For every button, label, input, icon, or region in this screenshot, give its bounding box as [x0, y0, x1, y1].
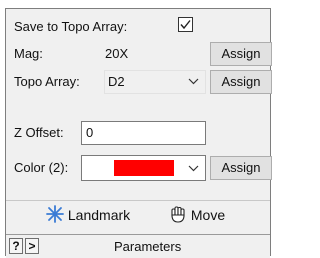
- chevron-down-icon: [188, 165, 199, 172]
- color-picker-dropdown[interactable]: [81, 155, 206, 181]
- topo-array-assign-button[interactable]: Assign: [210, 70, 272, 94]
- save-to-topo-checkbox[interactable]: [178, 17, 193, 32]
- parameters-footer: ? > Parameters: [6, 234, 270, 258]
- chevron-down-icon: [188, 78, 199, 85]
- mag-value: 20X: [105, 46, 129, 61]
- topo-settings-panel: Save to Topo Array: Mag: 20X Assign Topo…: [5, 8, 272, 258]
- move-button[interactable]: Move: [169, 205, 225, 229]
- mag-row: Mag: 20X Assign: [6, 42, 272, 66]
- help-button[interactable]: ?: [9, 238, 23, 254]
- color-row: Color (2): Assign: [6, 155, 272, 181]
- mag-assign-button[interactable]: Assign: [210, 42, 272, 66]
- z-offset-input[interactable]: 0: [81, 121, 206, 145]
- color-swatch: [114, 160, 174, 176]
- mag-label: Mag:: [14, 46, 43, 61]
- topo-array-selected: D2: [108, 74, 125, 89]
- color-label: Color (2):: [14, 160, 69, 175]
- topo-array-dropdown[interactable]: D2: [104, 70, 206, 94]
- topo-array-row: Topo Array: D2 Assign: [6, 70, 272, 94]
- save-to-topo-row: Save to Topo Array:: [6, 15, 272, 39]
- z-offset-label: Z Offset:: [14, 125, 64, 140]
- topo-array-label: Topo Array:: [14, 74, 80, 89]
- save-to-topo-label: Save to Topo Array:: [14, 19, 128, 34]
- z-offset-row: Z Offset: 0: [6, 121, 272, 145]
- z-offset-value: 0: [86, 125, 94, 140]
- checkmark-icon: [180, 20, 191, 30]
- divider: [6, 200, 270, 201]
- landmark-label: Landmark: [67, 207, 131, 223]
- move-label: Move: [190, 207, 226, 223]
- color-assign-button[interactable]: Assign: [210, 156, 272, 180]
- landmark-button[interactable]: Landmark: [46, 205, 130, 229]
- expand-button[interactable]: >: [25, 238, 39, 254]
- move-hand-icon: [171, 206, 185, 223]
- parameters-title: Parameters: [114, 239, 182, 254]
- landmark-icon: [46, 205, 64, 223]
